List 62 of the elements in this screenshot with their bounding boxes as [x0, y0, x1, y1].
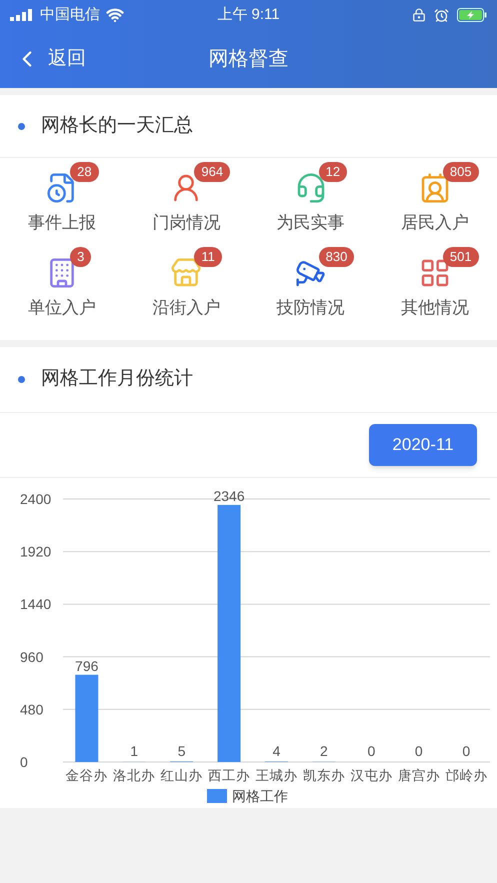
y-tick-label: 480 [20, 701, 44, 718]
x-category-label: 邙岭办 [445, 768, 488, 783]
bar-value-label: 2 [320, 743, 328, 759]
section-title: 网格长的一天汇总 [41, 114, 193, 138]
item-label: 其他情况 [400, 297, 469, 319]
x-category-label: 红山办 [160, 768, 203, 783]
bar-value-label: 0 [462, 743, 470, 759]
section-title: 网格工作月份统计 [41, 367, 193, 392]
signal-icon [10, 9, 34, 21]
bar-value-label: 796 [75, 658, 98, 674]
x-category-label: 金谷办 [66, 768, 108, 783]
summary-item[interactable]: 28 事件上报 [0, 160, 124, 245]
x-category-label: 洛北办 [113, 768, 156, 783]
item-label: 门岗情况 [152, 212, 220, 234]
y-tick-label: 1440 [20, 596, 52, 612]
summary-item[interactable]: 11 沿街入户 [124, 245, 248, 330]
x-category-label: 汉屯办 [350, 768, 392, 783]
back-button[interactable]: 返回 [0, 44, 86, 74]
item-label: 为民实事 [276, 212, 345, 234]
bar-value-label: 5 [178, 743, 186, 759]
item-label: 技防情况 [276, 297, 345, 319]
item-label: 沿街入户 [152, 297, 220, 319]
bar-value-label: 1 [130, 743, 138, 759]
lock-icon [412, 8, 426, 22]
summary-item[interactable]: 501 其他情况 [372, 245, 497, 330]
y-tick-label: 960 [20, 648, 44, 665]
x-category-label: 西工办 [208, 768, 250, 783]
count-badge: 501 [442, 247, 479, 267]
battery-icon [457, 8, 487, 22]
summary-item[interactable]: 964 门岗情况 [124, 160, 248, 245]
count-badge: 964 [194, 162, 230, 182]
bar-value-label: 0 [414, 743, 423, 759]
bar-value-label: 2346 [213, 488, 245, 504]
item-label: 居民入户 [400, 212, 469, 234]
y-tick-label: 2400 [20, 491, 52, 507]
page-title: 网格督查 [208, 47, 288, 72]
summary-item[interactable]: 805 居民入户 [372, 160, 497, 245]
status-time: 上午 9:11 [216, 4, 281, 25]
count-badge: 12 [318, 162, 348, 182]
count-badge: 830 [318, 247, 354, 267]
summary-item[interactable]: 830 技防情况 [248, 245, 373, 330]
carrier-name: 中国电信 [40, 4, 100, 25]
alarm-icon [434, 8, 449, 22]
summary-item[interactable]: 3 单位入户 [0, 245, 124, 330]
count-badge: 3 [70, 247, 92, 267]
x-category-label: 凯东办 [302, 768, 345, 783]
count-badge: 28 [70, 162, 99, 182]
month-picker-button[interactable]: 2020-11 [369, 424, 477, 466]
count-badge: 805 [442, 162, 479, 182]
bar-value-label: 0 [368, 743, 376, 759]
legend-label: 网格工作 [232, 788, 288, 804]
y-tick-label: 1920 [20, 544, 52, 560]
wifi-icon [106, 6, 124, 24]
item-label: 事件上报 [28, 212, 96, 234]
item-label: 单位入户 [28, 297, 96, 319]
summary-item[interactable]: 12 为民实事 [248, 160, 373, 245]
x-category-label: 王城办 [256, 768, 298, 783]
chart-legend: 网格工作 [207, 788, 288, 804]
x-category-label: 唐宫办 [398, 768, 440, 783]
y-tick-label: 0 [20, 754, 28, 770]
bar-value-label: 4 [272, 743, 280, 759]
count-badge: 11 [194, 247, 222, 267]
